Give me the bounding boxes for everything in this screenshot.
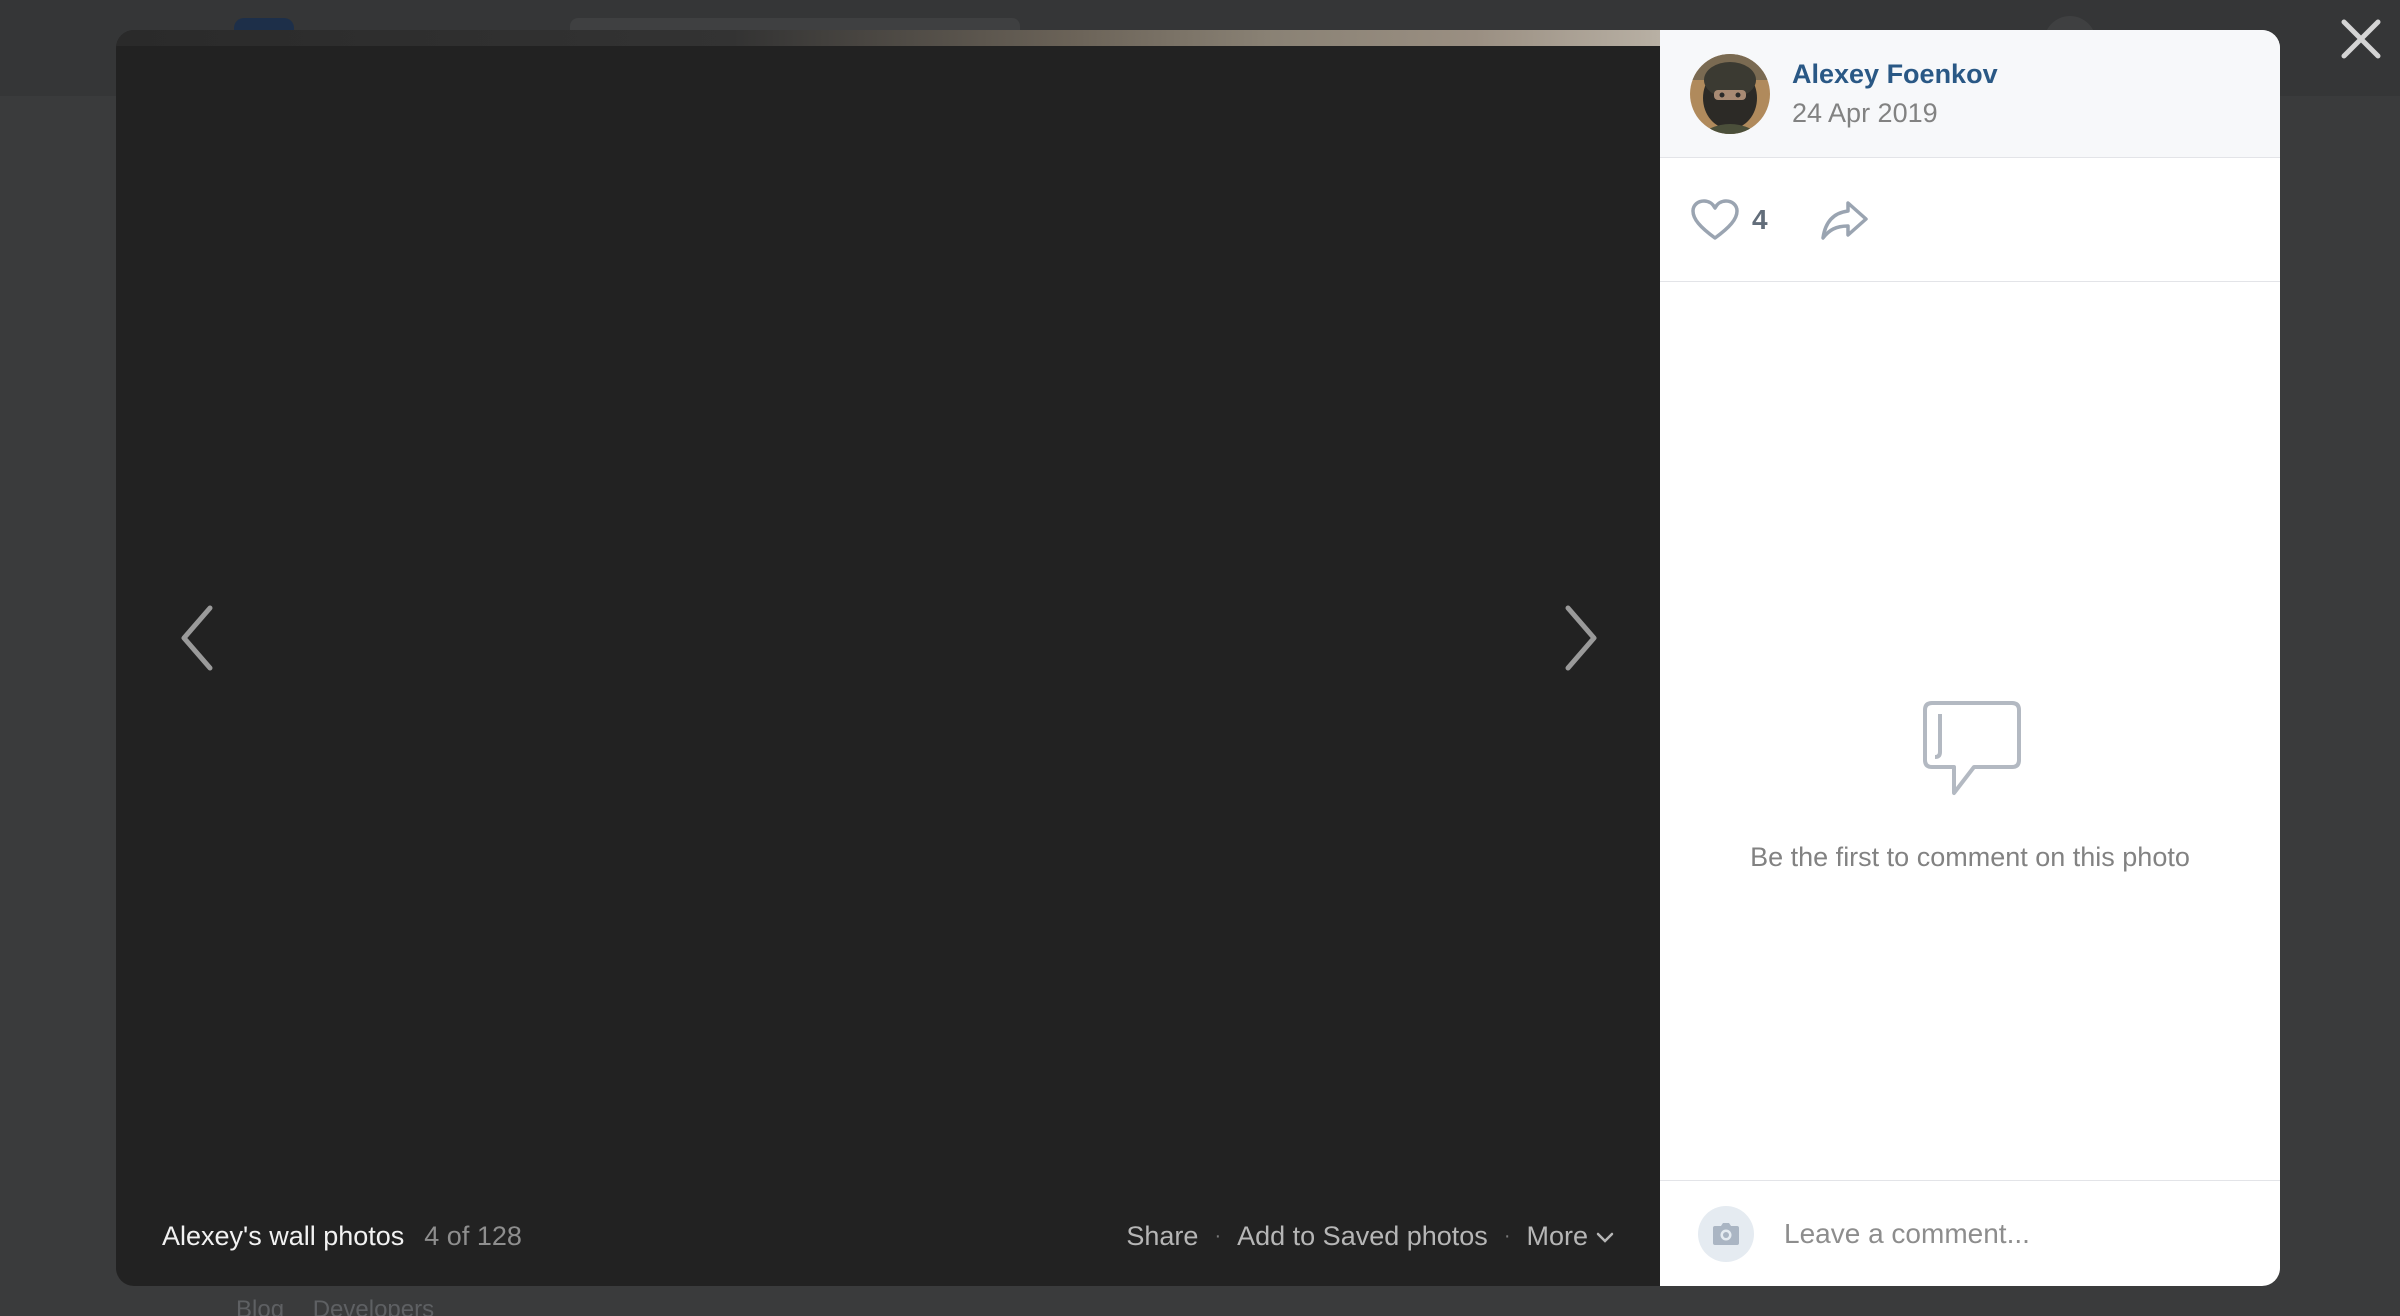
chevron-left-icon [181, 605, 213, 671]
empty-comments-text: Be the first to comment on this photo [1750, 841, 2190, 872]
share-link[interactable]: Share [1126, 1221, 1198, 1252]
author-block: Alexey Foenkov 24 Apr 2019 [1660, 30, 2280, 158]
comment-input[interactable] [1784, 1217, 2224, 1250]
background-footer: Blog Developers [236, 1296, 456, 1316]
post-date[interactable]: 24 Apr 2019 [1792, 98, 1998, 129]
author-meta: Alexey Foenkov 24 Apr 2019 [1792, 59, 1998, 129]
photo-pane: Alexey's wall photos 4 of 128 Share · Ad… [116, 30, 1660, 1286]
like-count: 4 [1752, 203, 1768, 235]
album-title-link[interactable]: Alexey's wall photos [162, 1221, 404, 1252]
reactions-bar: 4 [1660, 158, 2280, 282]
close-icon [2341, 19, 2381, 59]
photo-counter: 4 of 128 [424, 1220, 522, 1251]
photo-image[interactable] [116, 30, 1660, 46]
chevron-down-icon [1596, 1232, 1614, 1243]
more-label: More [1526, 1220, 1588, 1251]
heart-icon [1691, 198, 1739, 240]
photo-viewer: Alexey's wall photos 4 of 128 Share · Ad… [116, 30, 2280, 1286]
camera-icon [1713, 1222, 1739, 1245]
footer-link-blog: Blog [236, 1296, 285, 1316]
author-name-link[interactable]: Alexey Foenkov [1792, 59, 1998, 90]
chevron-right-icon [1565, 605, 1597, 671]
photo-sidebar: Alexey Foenkov 24 Apr 2019 4 Be the firs… [1660, 30, 2280, 1286]
share-arrow-icon [1820, 200, 1868, 240]
photo-footer: Alexey's wall photos 4 of 128 Share · Ad… [116, 1186, 1660, 1286]
next-photo-button[interactable] [1552, 600, 1612, 676]
share-button[interactable] [1820, 199, 1870, 241]
prev-photo-button[interactable] [166, 600, 226, 676]
comments-area: Be the first to comment on this photo [1660, 282, 2280, 1180]
comment-bar [1660, 1180, 2280, 1286]
close-button[interactable] [2338, 16, 2384, 62]
avatar-image [1690, 53, 1770, 134]
more-menu-button[interactable]: More [1526, 1221, 1614, 1252]
attach-photo-button[interactable] [1698, 1205, 1754, 1262]
author-avatar[interactable] [1690, 53, 1770, 134]
action-separator: · [1214, 1224, 1222, 1247]
like-button[interactable]: 4 [1690, 198, 1768, 242]
action-separator: · [1503, 1224, 1511, 1247]
footer-link-developers: Developers [312, 1296, 435, 1316]
speech-bubble-icon [1923, 700, 2021, 795]
photo-actions: Share · Add to Saved photos · More [1126, 1221, 1614, 1252]
add-to-saved-link[interactable]: Add to Saved photos [1237, 1221, 1488, 1252]
